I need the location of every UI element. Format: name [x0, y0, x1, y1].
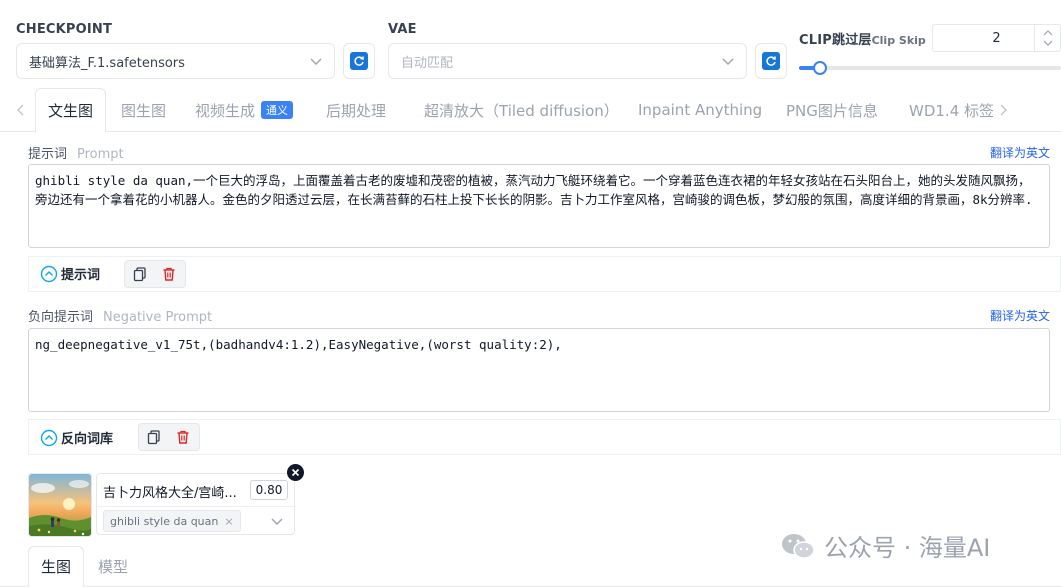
- checkpoint-label: CHECKPOINT: [16, 22, 113, 37]
- trash-icon[interactable]: [161, 266, 177, 286]
- trash-icon[interactable]: [175, 429, 191, 449]
- tab-generate[interactable]: 生图: [28, 546, 85, 587]
- ghibli-landscape-thumbnail: [29, 474, 91, 536]
- tab-png-info[interactable]: PNG图片信息: [786, 88, 878, 132]
- clip-skip-stepper[interactable]: [1034, 25, 1060, 51]
- negative-prompt-textarea[interactable]: ng_deepnegative_v1_75t,(badhandv4:1.2),E…: [28, 328, 1050, 412]
- lora-thumbnail[interactable]: [28, 473, 92, 537]
- negative-actions: [138, 423, 200, 451]
- lora-panel: 吉卜力风格大全/宫崎... 0.80 ghibli style da quan …: [96, 473, 295, 535]
- tab-model[interactable]: 模型: [98, 546, 128, 586]
- vae-refresh-button[interactable]: [755, 43, 787, 79]
- chip-close-icon[interactable]: ×: [224, 515, 233, 528]
- tab-video[interactable]: 视频生成 通义: [195, 88, 294, 132]
- negative-prompt-label: 负向提示词 Negative Prompt: [28, 310, 213, 325]
- tab-postprocess[interactable]: 后期处理: [326, 88, 386, 132]
- clip-skip-slider-thumb[interactable]: [813, 61, 827, 75]
- tab-img2img[interactable]: 图生图: [121, 88, 166, 132]
- refresh-icon: [762, 52, 780, 70]
- chevron-up-circle-icon: [40, 265, 58, 282]
- vae-select[interactable]: 自动匹配: [388, 43, 747, 79]
- clip-skip-input[interactable]: 2: [932, 24, 1061, 52]
- tab-scroll-right-icon[interactable]: [996, 102, 1010, 122]
- clip-skip-slider-track[interactable]: [799, 61, 1061, 75]
- main-tabbar: 文生图 图生图 视频生成 通义 后期处理 超清放大（Tiled diffusion…: [0, 88, 1061, 133]
- vae-placeholder: 自动匹配: [401, 55, 454, 71]
- checkpoint-refresh-button[interactable]: [343, 43, 375, 79]
- prompt-translate-link[interactable]: 翻译为英文: [990, 144, 1050, 161]
- lora-weight-input[interactable]: 0.80: [250, 480, 288, 500]
- vae-label: VAE: [388, 22, 417, 37]
- checkpoint-select[interactable]: 基础算法_F.1.safetensors: [16, 43, 335, 79]
- chevron-up-circle-icon: [40, 429, 58, 446]
- lora-divider: [97, 506, 294, 507]
- stepper-arrows-icon: [1043, 30, 1053, 46]
- lora-trigger-chip[interactable]: ghibli style da quan ×: [103, 510, 241, 532]
- copy-icon[interactable]: [146, 429, 162, 449]
- tab-wd14[interactable]: WD1.4 标签: [909, 88, 994, 132]
- clip-skip-value: 2: [992, 30, 1001, 46]
- tab-txt2img[interactable]: 文生图: [35, 88, 107, 133]
- prompt-textarea[interactable]: ghibli style da quan,一个巨大的浮岛，上面覆盖着古老的废墟和…: [28, 164, 1050, 248]
- tongyi-badge: 通义: [261, 101, 294, 119]
- prompt-label: 提示词 Prompt: [28, 147, 124, 162]
- lora-remove-button[interactable]: [287, 464, 304, 481]
- prompt-library-toggle[interactable]: 提示词: [40, 264, 100, 283]
- tab-tiled-diffusion[interactable]: 超清放大（Tiled diffusion）: [424, 88, 619, 132]
- lora-name: 吉卜力风格大全/宫崎...: [103, 486, 237, 501]
- watermark: 公众号 · 海量AI: [780, 528, 990, 563]
- chevron-down-icon: [310, 58, 322, 65]
- prompt-actions: [124, 260, 186, 288]
- checkpoint-value: 基础算法_F.1.safetensors: [29, 55, 185, 71]
- clip-skip-label: CLIP跳过层 Clip Skip: [799, 33, 926, 48]
- chevron-down-icon: [722, 58, 734, 65]
- tab-inpaint-anything[interactable]: Inpaint Anything: [638, 88, 762, 132]
- refresh-icon: [350, 52, 368, 70]
- close-icon: [291, 468, 300, 477]
- negative-translate-link[interactable]: 翻译为英文: [990, 307, 1050, 324]
- wechat-icon: [782, 533, 815, 559]
- chevron-down-icon[interactable]: [269, 513, 285, 529]
- copy-icon[interactable]: [132, 266, 148, 286]
- tab-scroll-left-icon[interactable]: [14, 102, 28, 122]
- negative-library-toggle[interactable]: 反向词库: [40, 428, 113, 447]
